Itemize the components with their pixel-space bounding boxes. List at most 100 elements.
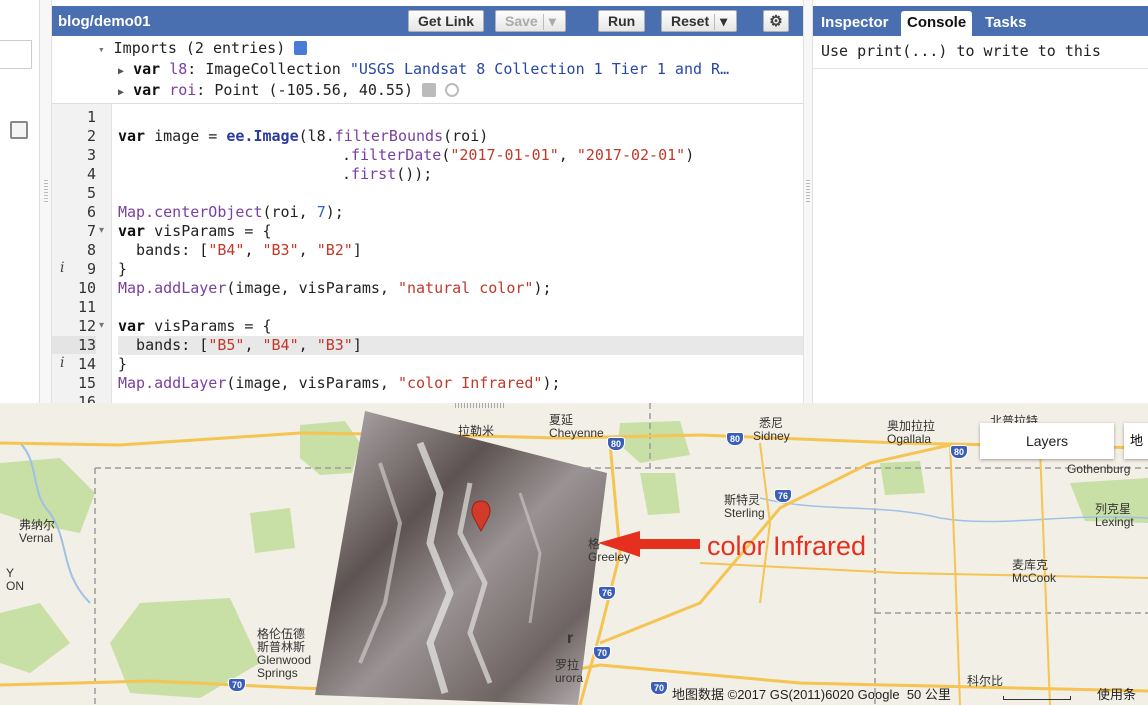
code-line[interactable]: Map.centerObject(roi, 7); bbox=[118, 203, 344, 222]
highway-shield-icon: 80 bbox=[607, 437, 625, 451]
scripts-search-input[interactable] bbox=[0, 40, 32, 69]
code-line[interactable]: Map.addLayer(image, visParams, "natural … bbox=[118, 279, 552, 298]
splitter-grip-icon bbox=[806, 180, 810, 202]
city-label: 弗纳尔 Vernal bbox=[19, 518, 56, 545]
highway-shield-icon: 76 bbox=[774, 489, 792, 503]
city-label: ON bbox=[6, 579, 24, 593]
code-line[interactable]: .filterDate("2017-01-01", "2017-02-01") bbox=[342, 146, 694, 165]
save-button-label: Save bbox=[505, 13, 538, 29]
annotation-label: color Infrared bbox=[707, 531, 867, 561]
code-editor-panel: blog/demo01 Get Link Save ▾ Run Reset ▾ ⚙ … bbox=[52, 0, 803, 411]
code-line[interactable]: var image = ee.Image(l8.filterBounds(roi… bbox=[118, 127, 488, 146]
expand-arrow-icon: ▶ bbox=[118, 87, 125, 98]
city-label: 列克星 Lexingt bbox=[1095, 502, 1134, 529]
code-line[interactable]: .first()); bbox=[342, 165, 432, 184]
city-label: 格伦伍德 斯普林斯 bbox=[257, 627, 306, 654]
get-link-button[interactable]: Get Link bbox=[408, 10, 485, 32]
city-label: 罗拉 urora bbox=[555, 658, 584, 685]
imports-header[interactable]: ▾ Imports (2 entries) bbox=[98, 39, 308, 57]
line-number: 1 bbox=[86, 108, 96, 126]
target-icon[interactable] bbox=[445, 83, 460, 97]
reset-button[interactable]: Reset ▾ bbox=[661, 10, 738, 32]
line-number: 14 bbox=[77, 355, 96, 373]
import-name: l8 bbox=[169, 60, 188, 78]
layers-button[interactable]: Layers bbox=[980, 423, 1114, 459]
line-number-gutter: 1 2 3 4 5 6 7 ▾ 8 i 9 10 11 12 ▾ 13 i 14… bbox=[52, 104, 112, 411]
tab-tasks[interactable]: Tasks bbox=[979, 11, 1032, 36]
left-panel-splitter[interactable] bbox=[40, 0, 52, 403]
code-line[interactable]: } bbox=[118, 355, 127, 374]
scale-bar bbox=[1003, 696, 1071, 700]
import-type: ImageCollection bbox=[205, 60, 341, 78]
scale-label: 50 公里 bbox=[906, 687, 951, 702]
save-button[interactable]: Save ▾ bbox=[495, 10, 566, 32]
code-line-active[interactable]: bands: ["B5", "B4", "B3"] bbox=[118, 336, 803, 355]
script-name[interactable]: blog/demo01 bbox=[58, 13, 151, 30]
highway-shield-icon: 80 bbox=[950, 445, 968, 459]
tab-console[interactable]: Console bbox=[901, 11, 973, 36]
line-number: 4 bbox=[86, 165, 96, 183]
console-hint: Use print(...) to write to this bbox=[821, 42, 1101, 60]
import-entry[interactable]: ▶ var l8: ImageCollection "USGS Landsat … bbox=[118, 60, 729, 78]
divider bbox=[813, 68, 1148, 69]
document-icon[interactable] bbox=[10, 121, 28, 139]
run-button[interactable]: Run bbox=[598, 10, 646, 32]
city-label: 夏延 Cheyenne bbox=[549, 413, 604, 440]
city-label: 格 Greeley bbox=[588, 537, 631, 564]
output-panel: Inspector Console Tasks Use print(...) t… bbox=[813, 0, 1148, 403]
highway-shield-icon: 70 bbox=[650, 681, 668, 695]
code-area[interactable]: 1 2 3 4 5 6 7 ▾ 8 i 9 10 11 12 ▾ 13 i 14… bbox=[52, 104, 803, 411]
import-value: (-105.56, 40.55) bbox=[268, 81, 414, 99]
middle-panel-splitter[interactable] bbox=[803, 0, 813, 403]
code-line[interactable]: } bbox=[118, 260, 127, 279]
line-number: 3 bbox=[86, 146, 96, 164]
city-label: 奥加拉拉 Ogallala bbox=[887, 419, 936, 446]
tab-inspector[interactable]: Inspector bbox=[815, 11, 895, 36]
code-line[interactable]: var visParams = { bbox=[118, 317, 272, 336]
code-line[interactable]: Map.addLayer(image, visParams, "color In… bbox=[118, 374, 561, 393]
import-type: Point bbox=[214, 81, 260, 99]
line-number: 5 bbox=[86, 184, 96, 202]
city-label: Gothenburg bbox=[1067, 462, 1131, 476]
gear-icon[interactable] bbox=[422, 83, 437, 97]
city-label: 科尔比 bbox=[967, 674, 1004, 688]
map-type-button[interactable]: 地 bbox=[1124, 423, 1148, 459]
chevron-down-icon[interactable]: ▾ bbox=[720, 13, 727, 29]
code-line[interactable]: bands: ["B4", "B3", "B2"] bbox=[118, 241, 362, 260]
line-number: 15 bbox=[77, 374, 96, 392]
line-number: 13 bbox=[52, 336, 96, 354]
map-resize-handle[interactable] bbox=[455, 403, 505, 408]
import-keyword: var bbox=[133, 81, 161, 99]
import-entry[interactable]: ▶ var roi: Point (-105.56, 40.55) bbox=[118, 81, 460, 99]
document-icon[interactable] bbox=[294, 41, 308, 55]
line-number: 10 bbox=[77, 279, 96, 297]
highway-shield-icon: 76 bbox=[598, 586, 616, 600]
imports-section: ▾ Imports (2 entries) ▶ var l8: ImageCol… bbox=[52, 36, 803, 104]
highway-shield-icon: 80 bbox=[726, 432, 744, 446]
import-keyword: var bbox=[133, 60, 161, 78]
map-view[interactable]: 夏延 Cheyenne 悉尼 Sidney 奥加拉拉 Ogallala 北普拉特 拉勒… bbox=[0, 403, 1148, 705]
code-line[interactable]: var visParams = { bbox=[118, 222, 272, 241]
city-label: 悉尼 Sidney bbox=[753, 416, 790, 443]
line-number: 2 bbox=[86, 127, 96, 145]
terms-link[interactable]: 使用条 bbox=[1097, 684, 1136, 703]
fold-arrow-icon[interactable]: ▾ bbox=[99, 320, 104, 331]
output-tabs-bar: Inspector Console Tasks bbox=[813, 6, 1148, 36]
line-number: 7 bbox=[86, 222, 96, 240]
splitter-grip-icon bbox=[44, 180, 48, 202]
collapse-arrow-icon[interactable]: ▾ bbox=[98, 43, 105, 56]
highway-shield-icon: 70 bbox=[593, 646, 611, 660]
reset-button-label: Reset bbox=[671, 13, 710, 29]
attribution-text: 地图数据 ©2017 GS(2011)6020 Google bbox=[672, 687, 900, 702]
import-value: "USGS Landsat 8 Collection 1 Tier 1 and … bbox=[349, 60, 730, 78]
fold-arrow-icon[interactable]: ▾ bbox=[99, 225, 104, 236]
city-label: Glenwood Springs bbox=[257, 653, 312, 680]
imports-header-label: Imports (2 entries) bbox=[113, 39, 286, 57]
import-name: roi bbox=[169, 81, 197, 99]
map-attribution: 地图数据 ©2017 GS(2011)6020 Google 50 公里 bbox=[672, 684, 951, 703]
chevron-down-icon[interactable]: ▾ bbox=[549, 13, 556, 29]
line-number: 11 bbox=[77, 298, 96, 316]
city-label: r bbox=[567, 630, 574, 647]
scripts-panel bbox=[0, 0, 40, 403]
gear-icon[interactable]: ⚙ bbox=[763, 10, 789, 32]
